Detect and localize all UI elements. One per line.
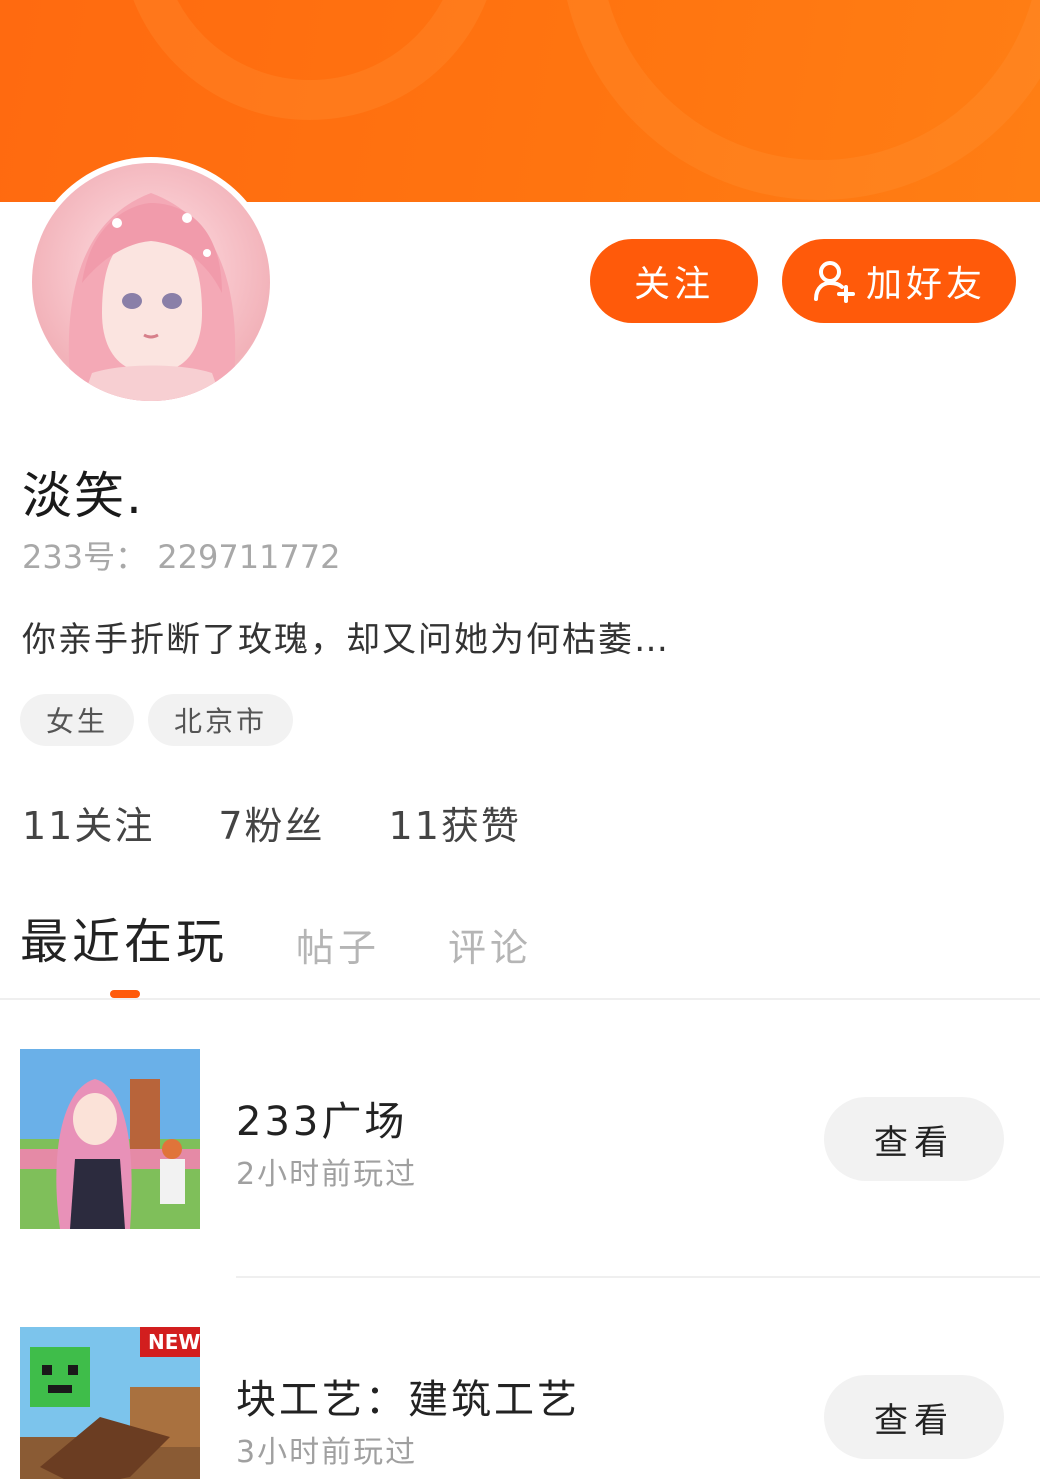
following-count[interactable]: 11关注 [22,795,154,850]
tabs-divider [0,998,1040,1000]
active-tab-indicator [110,990,140,998]
view-game-button[interactable]: 查看 [824,1097,1004,1181]
follow-button[interactable]: 关注 [590,239,758,323]
new-badge: NEW [148,1330,200,1354]
view-game-button[interactable]: 查看 [824,1375,1004,1459]
add-friend-button-label: 加好友 [865,264,986,305]
view-button-label: 查看 [874,1400,954,1441]
game-title: 233广场 [236,1099,408,1145]
add-friend-button[interactable]: 加好友 [782,239,1016,323]
game-list-item[interactable]: NEW 块工艺：建筑工艺 3小时前玩过 查看 [0,1327,1040,1479]
game-list-item[interactable]: 233广场 2小时前玩过 查看 [0,1049,1040,1229]
profile-stats: 11关注 7粉丝 11获赞 [22,795,585,850]
game-last-played: 3小时前玩过 [236,1435,418,1470]
tab-posts[interactable]: 帖子 [296,917,380,972]
user-plus-icon [812,259,856,303]
tag-location: 北京市 [148,694,294,746]
username: 淡笑. [22,467,144,525]
profile-tabs: 最近在玩 帖子 评论 [20,902,600,972]
game-title: 块工艺：建筑工艺 [236,1377,580,1423]
tab-comments[interactable]: 评论 [448,917,532,972]
game-thumbnail [20,1049,200,1229]
view-button-label: 查看 [874,1122,954,1163]
game-last-played: 2小时前玩过 [236,1157,418,1192]
user-bio: 你亲手折断了玫瑰，却又问她为何枯萎… [22,620,670,660]
tab-recently-played[interactable]: 最近在玩 [20,902,228,972]
profile-tags: 女生 北京市 [20,694,294,746]
likes-count[interactable]: 11获赞 [389,795,521,850]
user-id: 233号： 229711772 [22,538,341,576]
list-divider [236,1276,1040,1278]
profile-page: 关注 加好友 淡笑. 233号： 229711772 你亲手折断了玫瑰，却又问她… [0,0,1040,1479]
game-thumbnail: NEW [20,1327,200,1479]
fans-count[interactable]: 7粉丝 [218,795,324,850]
tag-gender: 女生 [20,694,135,746]
follow-button-label: 关注 [633,264,714,305]
avatar-image [32,163,270,401]
avatar[interactable] [26,157,276,407]
